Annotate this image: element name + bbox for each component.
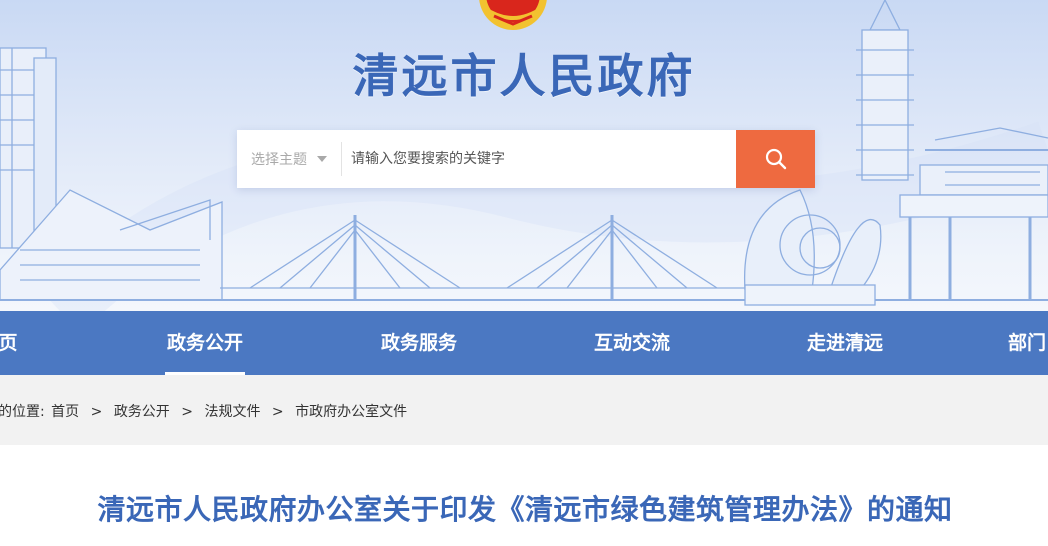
search-divider: [341, 142, 342, 176]
breadcrumb-separator: >: [271, 404, 284, 420]
breadcrumb-bar: 的位置: 首页 > 政务公开 > 法规文件 > 市政府办公室文件: [0, 375, 1048, 445]
breadcrumb-prefix: 的位置:: [0, 404, 45, 420]
breadcrumb: 的位置: 首页 > 政务公开 > 法规文件 > 市政府办公室文件: [0, 401, 407, 421]
nav-item-gov-affairs-open[interactable]: 政务公开: [165, 311, 245, 375]
breadcrumb-separator: >: [181, 404, 193, 420]
breadcrumb-link-office-documents[interactable]: 市政府办公室文件: [295, 401, 407, 421]
nav-item-gov-services[interactable]: 政务服务: [379, 311, 459, 375]
search-input[interactable]: [343, 130, 741, 188]
nav-item-about-qingyuan[interactable]: 走进清远: [805, 311, 885, 375]
header-banner: 清远市人民政府 选择主题: [0, 0, 1048, 311]
article-title: 清远市人民政府办公室关于印发《清远市绿色建筑管理办法》的通知: [97, 493, 953, 526]
breadcrumb-link-home[interactable]: 首页: [51, 401, 79, 421]
topic-select-label: 选择主题: [251, 152, 307, 168]
breadcrumb-separator: >: [90, 404, 103, 420]
main-nav: 页 政务公开 政务服务 互动交流 走进清远 部门: [0, 311, 1048, 375]
nav-item-departments[interactable]: 部门: [1008, 311, 1048, 375]
topic-select[interactable]: 选择主题: [237, 130, 341, 188]
breadcrumb-link-regulations[interactable]: 法规文件: [204, 401, 260, 421]
search-bar: 选择主题: [237, 130, 815, 188]
breadcrumb-link-gov-affairs-open[interactable]: 政务公开: [114, 401, 170, 421]
nav-item-interaction[interactable]: 互动交流: [592, 311, 672, 375]
nav-item-home[interactable]: 页: [0, 311, 28, 375]
search-button[interactable]: [736, 130, 815, 188]
site-title: 清远市人民政府: [352, 49, 696, 103]
caret-down-icon: [317, 156, 327, 162]
national-emblem-icon: [479, 0, 547, 30]
search-icon: [765, 148, 786, 170]
